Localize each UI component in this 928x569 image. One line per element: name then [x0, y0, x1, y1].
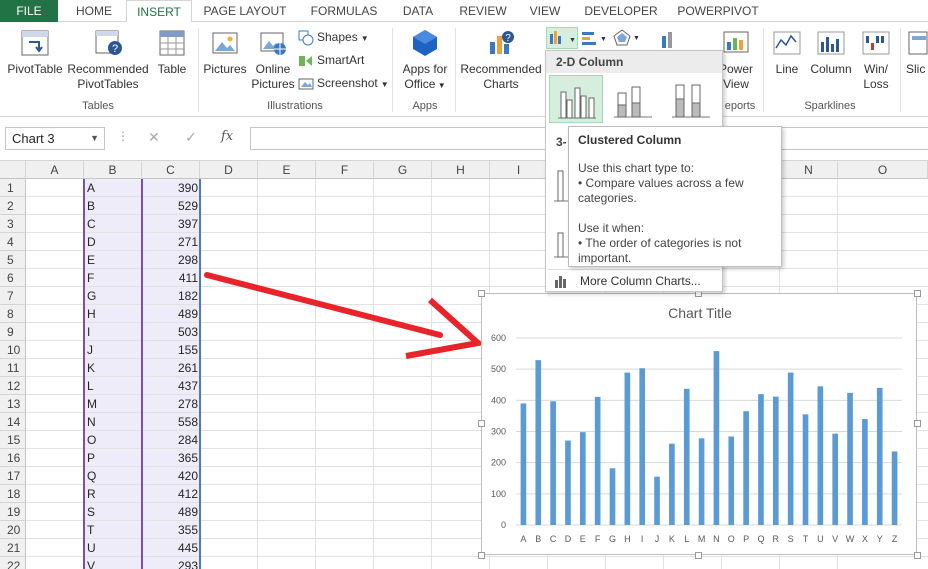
- bar-r: [772, 396, 779, 525]
- y-tick-label: 100: [491, 489, 506, 499]
- clustered-column-option[interactable]: [549, 75, 603, 123]
- y-tick-label: 400: [491, 395, 506, 405]
- bar-h: [624, 372, 631, 525]
- gallery-header-3d: 3-: [556, 135, 567, 149]
- resize-handle[interactable]: [478, 552, 485, 559]
- tooltip-title: Clustered Column: [578, 133, 682, 147]
- column-chart-small-icon: [555, 276, 566, 288]
- bar-v: [832, 433, 839, 525]
- bar-g: [609, 468, 616, 525]
- resize-handle[interactable]: [478, 420, 485, 427]
- x-tick-label: I: [641, 534, 644, 544]
- stacked-column-option[interactable]: [606, 75, 660, 123]
- chart-canvas: Chart Title 0 100 200 300 400 500 600 A B C D E F G H I J…: [491, 305, 902, 544]
- x-tick-label: H: [624, 534, 631, 544]
- 3d-column-icon: [554, 232, 568, 258]
- y-tick-label: 600: [491, 333, 506, 343]
- x-tick-label: T: [803, 534, 809, 544]
- bar-w: [847, 392, 853, 525]
- resize-handle[interactable]: [914, 552, 921, 559]
- 100-stacked-column-option[interactable]: [664, 75, 718, 123]
- tooltip-line: important.: [578, 251, 632, 265]
- more-column-charts-label: More Column Charts...: [580, 274, 701, 288]
- bar-x: [862, 419, 868, 525]
- y-tick-label: 500: [491, 364, 506, 374]
- bar-a: [520, 403, 527, 525]
- x-tick-label: K: [669, 534, 675, 544]
- more-column-charts-link[interactable]: More Column Charts...: [548, 269, 720, 291]
- stacked-column-icon: [614, 86, 652, 118]
- x-tick-label: V: [832, 534, 838, 544]
- bar-s: [787, 372, 794, 525]
- bar-e: [579, 432, 586, 525]
- bar-z: [891, 451, 898, 525]
- x-tick-label: R: [773, 534, 780, 544]
- embedded-chart[interactable]: Chart Title 0 100 200 300 400 500 600 A B C D E F G H I J…: [481, 293, 917, 555]
- x-tick-label: M: [698, 534, 706, 544]
- x-tick-label: A: [520, 534, 526, 544]
- bar-j: [654, 476, 660, 525]
- bar-q: [758, 394, 764, 525]
- bar-d: [565, 440, 571, 525]
- bar-m: [698, 438, 705, 525]
- x-tick-label: F: [595, 534, 601, 544]
- x-tick-label: Z: [892, 534, 898, 544]
- 3d-column-option[interactable]: [550, 157, 568, 205]
- resize-handle[interactable]: [914, 290, 921, 297]
- bar-f: [594, 396, 601, 525]
- y-tick-label: 300: [491, 427, 506, 437]
- x-tick-label: S: [788, 534, 794, 544]
- x-tick-label: Y: [877, 534, 883, 544]
- bar-n: [713, 351, 720, 525]
- bar-k: [669, 443, 675, 525]
- y-tick-label: 200: [491, 458, 506, 468]
- 100-stacked-column-icon: [672, 84, 710, 118]
- bar-i: [639, 368, 646, 525]
- x-tick-label: G: [609, 534, 616, 544]
- y-tick-label: 0: [501, 520, 506, 530]
- tooltip-line: categories.: [578, 191, 637, 205]
- x-tick-label: D: [565, 534, 572, 544]
- bar-b: [535, 360, 542, 525]
- chart-title: Chart Title: [668, 305, 732, 321]
- gallery-header-2d: 2-D Column: [546, 51, 722, 73]
- bar-c: [550, 401, 556, 525]
- resize-handle[interactable]: [695, 552, 702, 559]
- x-tick-label: U: [817, 534, 824, 544]
- bar-u: [817, 386, 824, 525]
- chart-type-tooltip: Clustered Column Use this chart type to:…: [568, 126, 782, 267]
- clustered-column-icon: [558, 87, 596, 119]
- arrow-shaft: [204, 272, 443, 338]
- tooltip-line: • Compare values across a few: [578, 176, 744, 190]
- tooltip-line: Use it when:: [578, 221, 645, 235]
- tooltip-line: Use this chart type to:: [578, 161, 695, 175]
- bar-o: [728, 436, 735, 525]
- bar-t: [802, 414, 809, 525]
- x-tick-label: X: [862, 534, 868, 544]
- resize-handle[interactable]: [914, 420, 921, 427]
- x-tick-label: L: [684, 534, 689, 544]
- x-tick-label: E: [580, 534, 586, 544]
- x-tick-label: B: [535, 534, 541, 544]
- x-tick-label: J: [655, 534, 660, 544]
- tooltip-line: • The order of categories is not: [578, 236, 742, 250]
- bar-p: [743, 411, 749, 525]
- x-tick-label: N: [713, 534, 720, 544]
- x-tick-label: P: [743, 534, 749, 544]
- x-tick-label: C: [550, 534, 557, 544]
- bar-l: [683, 388, 690, 525]
- resize-handle[interactable]: [478, 290, 485, 297]
- 3d-column-option-2[interactable]: [550, 213, 568, 261]
- x-tick-label: O: [728, 534, 735, 544]
- x-tick-label: W: [846, 534, 855, 544]
- 3d-column-icon: [554, 170, 568, 202]
- bar-y: [876, 387, 883, 525]
- x-tick-label: Q: [757, 534, 764, 544]
